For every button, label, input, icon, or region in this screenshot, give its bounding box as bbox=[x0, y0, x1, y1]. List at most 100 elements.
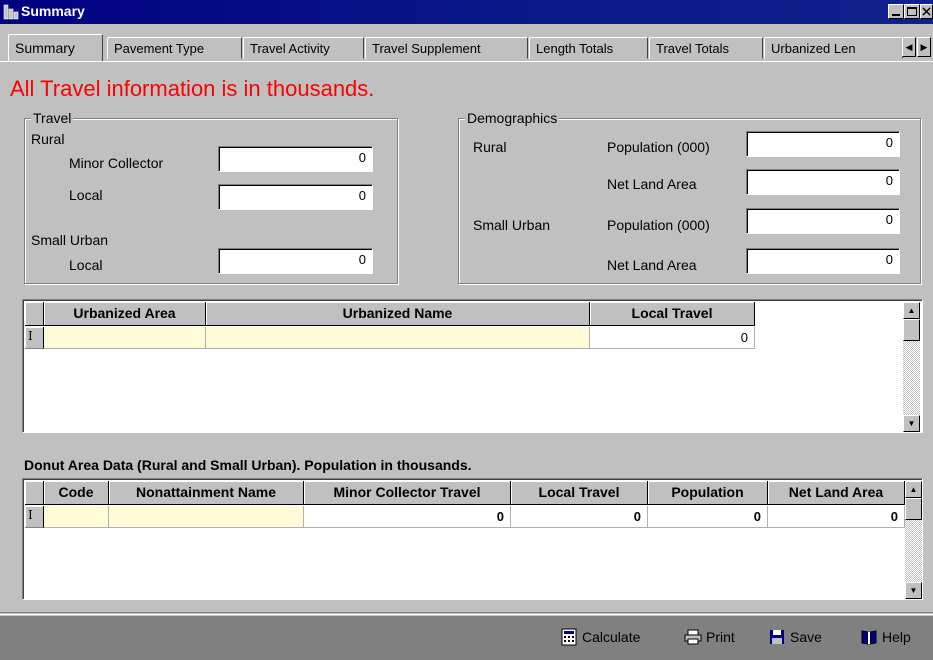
scroll-down-button[interactable]: ▼ bbox=[903, 415, 920, 432]
demographics-rural-label: Rural bbox=[473, 139, 507, 155]
floppy-disk-icon bbox=[770, 630, 784, 644]
tab-travel-supplement[interactable]: Travel Supplement bbox=[365, 37, 528, 59]
tab-label: Summary bbox=[15, 40, 75, 56]
donut-section-title: Donut Area Data (Rural and Small Urban).… bbox=[24, 457, 472, 473]
window-title: Summary bbox=[21, 3, 85, 19]
population-cell[interactable]: 0 bbox=[648, 506, 768, 528]
save-label: Save bbox=[790, 629, 822, 645]
tab-urbanized-length[interactable]: Urbanized Len bbox=[764, 37, 903, 59]
scroll-up-button[interactable]: ▲ bbox=[905, 481, 922, 498]
column-header-code[interactable]: Code bbox=[44, 481, 109, 505]
calculator-icon bbox=[561, 628, 577, 646]
title-bar: Summary bbox=[0, 0, 933, 24]
scroll-thumb[interactable] bbox=[903, 319, 920, 341]
book-icon bbox=[861, 630, 877, 645]
tab-travel-totals[interactable]: Travel Totals bbox=[649, 37, 763, 59]
rural-local-field[interactable]: 0 bbox=[218, 184, 373, 210]
rural-minor-collector-field[interactable]: 0 bbox=[218, 146, 373, 172]
tab-label: Travel Supplement bbox=[372, 41, 481, 56]
column-header-minor-collector-travel[interactable]: Minor Collector Travel bbox=[304, 481, 511, 505]
app-icon bbox=[3, 4, 19, 20]
travel-group: Travel Rural Minor Collector 0 Local 0 S… bbox=[24, 110, 398, 284]
tab-label: Length Totals bbox=[536, 41, 614, 56]
calculate-label: Calculate bbox=[582, 629, 641, 645]
donut-area-grid[interactable]: Code Nonattainment Name Minor Collector … bbox=[22, 478, 923, 600]
bottom-toolbar: Calculate Print Save Help bbox=[0, 616, 933, 660]
minimize-button[interactable] bbox=[888, 4, 904, 19]
tab-label: Pavement Type bbox=[114, 41, 205, 56]
help-label: Help bbox=[882, 629, 911, 645]
column-header-local-travel[interactable]: Local Travel bbox=[590, 302, 755, 326]
minimize-icon bbox=[892, 14, 900, 16]
tab-scroll-right-button[interactable]: ▶ bbox=[917, 37, 931, 57]
maximize-button[interactable] bbox=[904, 4, 920, 19]
column-header-population[interactable]: Population bbox=[648, 481, 768, 505]
calculate-button[interactable]: Calculate bbox=[560, 628, 640, 650]
tab-pavement-type[interactable]: Pavement Type bbox=[107, 37, 242, 59]
row-selector[interactable]: I bbox=[25, 506, 44, 528]
save-button[interactable]: Save bbox=[768, 628, 822, 650]
rural-population-label: Population (000) bbox=[607, 139, 710, 155]
minor-collector-travel-cell[interactable]: 0 bbox=[304, 506, 511, 528]
rural-net-land-field[interactable]: 0 bbox=[746, 169, 900, 195]
column-header-local-travel[interactable]: Local Travel bbox=[511, 481, 648, 505]
minor-collector-label: Minor Collector bbox=[69, 155, 164, 171]
row-selector[interactable]: I bbox=[25, 327, 44, 349]
scroll-thumb[interactable] bbox=[905, 498, 922, 520]
net-land-area-cell[interactable]: 0 bbox=[768, 506, 905, 528]
urbanized-grid-scrollbar[interactable]: ▲ ▼ bbox=[903, 302, 920, 432]
demographics-group: Demographics Rural Population (000) 0 Ne… bbox=[458, 110, 921, 284]
scroll-up-button[interactable]: ▲ bbox=[903, 302, 920, 319]
print-label: Print bbox=[706, 629, 735, 645]
print-button[interactable]: Print bbox=[684, 628, 735, 650]
bottom-separator bbox=[0, 612, 933, 615]
arrow-down-icon: ▼ bbox=[909, 586, 918, 595]
arrow-right-icon: ▶ bbox=[920, 42, 928, 52]
arrow-up-icon: ▲ bbox=[909, 485, 918, 494]
small-urban-net-land-field[interactable]: 0 bbox=[746, 248, 900, 274]
demographics-small-urban-label: Small Urban bbox=[473, 217, 551, 233]
tab-length-totals[interactable]: Length Totals bbox=[529, 37, 648, 59]
nonattainment-name-cell[interactable] bbox=[109, 506, 304, 528]
column-header-nonattainment-name[interactable]: Nonattainment Name bbox=[109, 481, 304, 505]
column-header-urbanized-name[interactable]: Urbanized Name bbox=[206, 302, 590, 326]
small-urban-local-field[interactable]: 0 bbox=[218, 248, 373, 274]
tab-baseline bbox=[0, 61, 933, 62]
small-urban-net-land-label: Net Land Area bbox=[607, 257, 697, 273]
urbanized-area-grid[interactable]: Urbanized Area Urbanized Name Local Trav… bbox=[22, 299, 923, 433]
maximize-icon bbox=[907, 7, 917, 16]
rural-label: Rural bbox=[31, 131, 65, 147]
arrow-up-icon: ▲ bbox=[907, 306, 916, 315]
scroll-down-button[interactable]: ▼ bbox=[905, 582, 922, 599]
small-urban-local-label: Local bbox=[69, 257, 103, 273]
tab-travel-activity[interactable]: Travel Activity bbox=[243, 37, 364, 59]
local-travel-cell[interactable]: 0 bbox=[590, 327, 755, 349]
tab-summary[interactable]: Summary bbox=[8, 34, 103, 61]
tab-label: Travel Activity bbox=[250, 41, 330, 56]
rural-net-land-label: Net Land Area bbox=[607, 176, 697, 192]
tab-label: Travel Totals bbox=[656, 41, 729, 56]
donut-grid-scrollbar[interactable]: ▲ ▼ bbox=[905, 481, 922, 599]
rural-local-label: Local bbox=[69, 187, 103, 203]
column-header-urbanized-area[interactable]: Urbanized Area bbox=[44, 302, 206, 326]
tab-strip: Summary Pavement Type Travel Activity Tr… bbox=[0, 24, 933, 64]
row-selector-header bbox=[25, 302, 44, 326]
urbanized-area-cell[interactable] bbox=[44, 327, 206, 349]
tab-label: Urbanized Len bbox=[771, 41, 856, 56]
code-cell[interactable] bbox=[44, 506, 109, 528]
small-urban-label: Small Urban bbox=[31, 232, 109, 248]
small-urban-population-field[interactable]: 0 bbox=[746, 208, 900, 234]
travel-group-title: Travel bbox=[31, 110, 74, 126]
urbanized-name-cell[interactable] bbox=[206, 327, 590, 349]
column-header-net-land-area[interactable]: Net Land Area bbox=[768, 481, 905, 505]
row-selector-header bbox=[25, 481, 44, 505]
arrow-left-icon: ◀ bbox=[905, 42, 913, 52]
travel-units-notice: All Travel information is in thousands. bbox=[10, 76, 375, 101]
tab-scroll-left-button[interactable]: ◀ bbox=[902, 37, 916, 57]
close-icon bbox=[922, 7, 931, 16]
local-travel-cell[interactable]: 0 bbox=[511, 506, 648, 528]
close-button[interactable] bbox=[920, 4, 933, 19]
help-button[interactable]: Help bbox=[860, 628, 911, 650]
arrow-down-icon: ▼ bbox=[907, 419, 916, 428]
rural-population-field[interactable]: 0 bbox=[746, 131, 900, 157]
